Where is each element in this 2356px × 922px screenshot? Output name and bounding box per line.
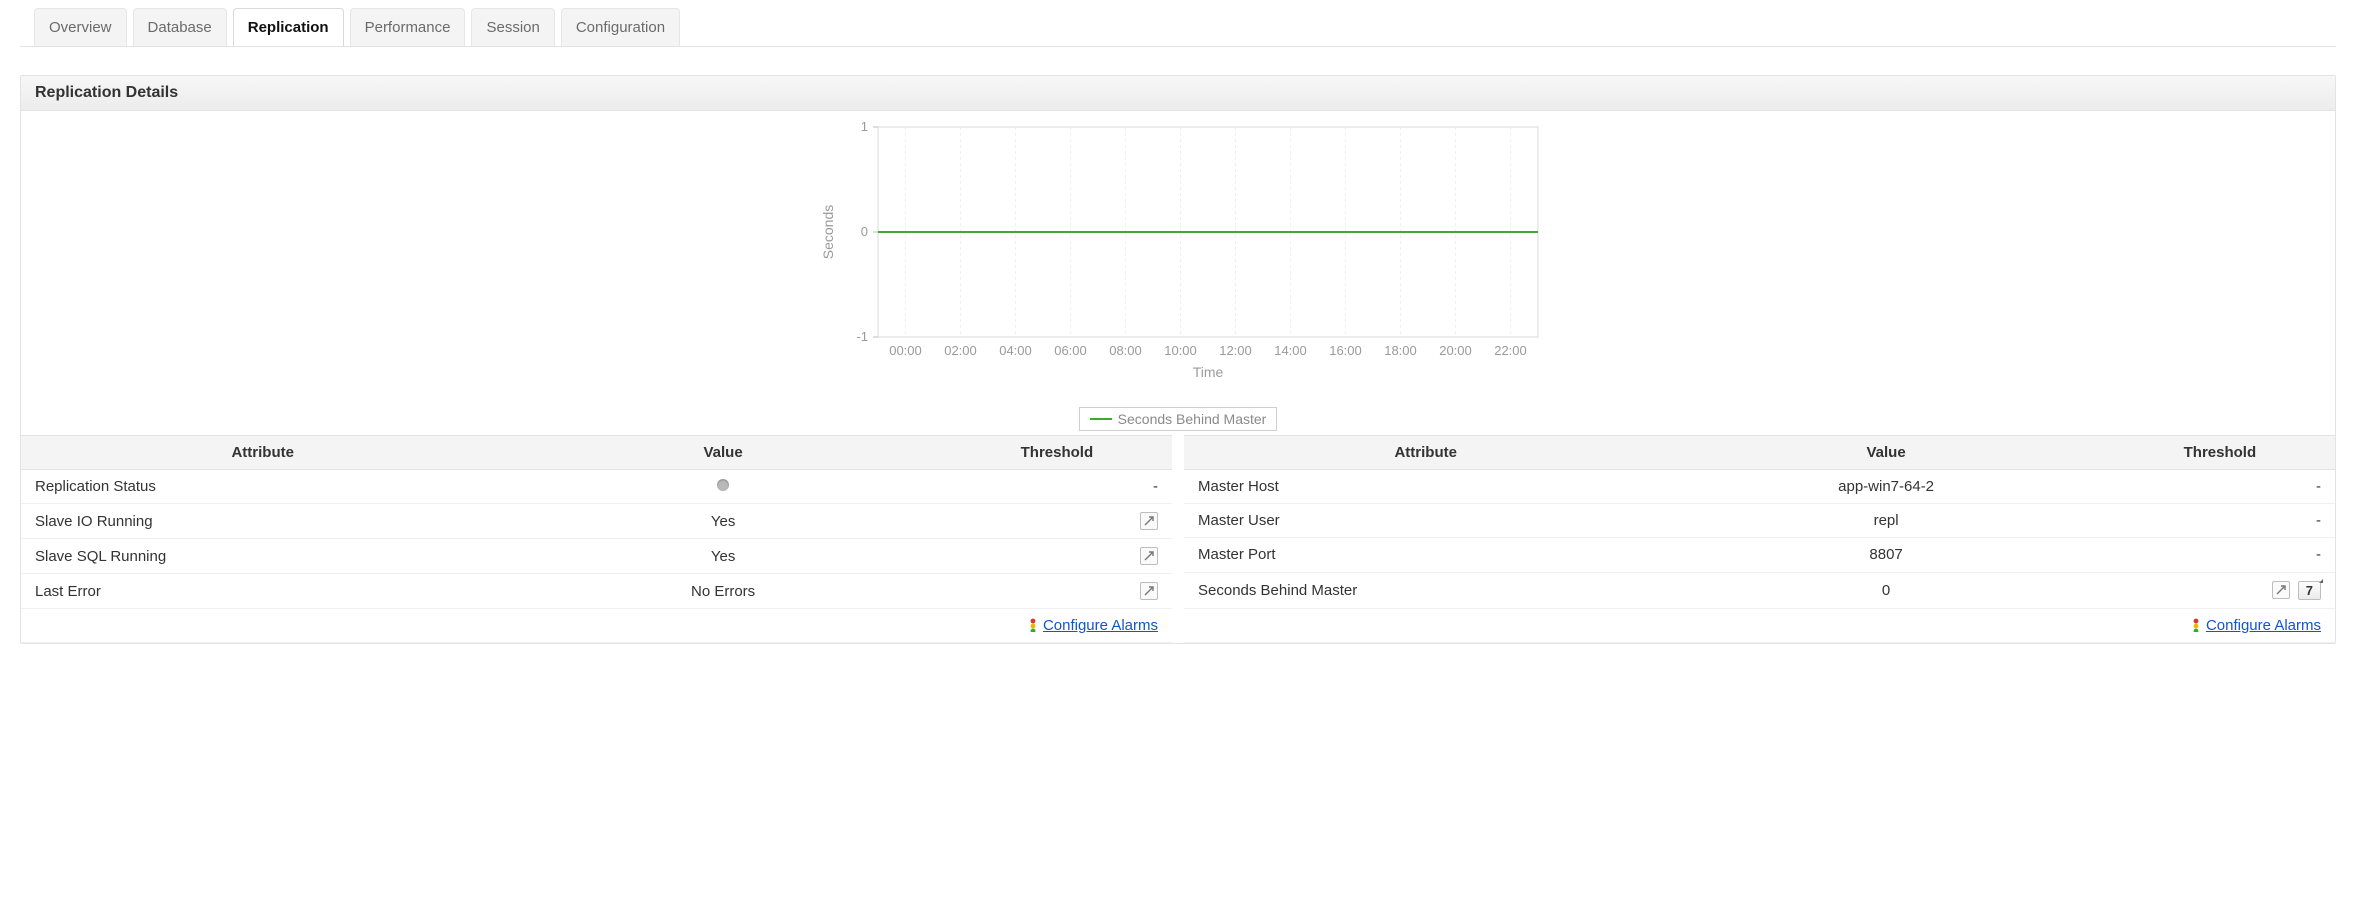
left-value-2: Yes [504, 539, 941, 574]
right-value-3: 0 [1667, 572, 2104, 608]
right-header-2: Threshold [2105, 436, 2335, 470]
popout-icon[interactable] [1140, 582, 1158, 600]
left-attr-3: Last Error [21, 574, 504, 609]
tabs-bar: OverviewDatabaseReplicationPerformanceSe… [20, 8, 2336, 47]
right-value-2: 8807 [1667, 538, 2104, 572]
svg-text:00:00: 00:00 [889, 343, 922, 358]
table-row: Last ErrorNo Errors [21, 574, 1172, 609]
left-attr-2: Slave SQL Running [21, 539, 504, 574]
svg-text:10:00: 10:00 [1164, 343, 1197, 358]
configure-alarms-link[interactable]: Configure Alarms [2206, 617, 2321, 634]
left-table: AttributeValueThresholdReplication Statu… [21, 435, 1172, 643]
right-thr-3: 7 [2105, 572, 2335, 608]
alarm-icon [2190, 618, 2202, 632]
right-value-0: app-win7-64-2 [1667, 470, 2104, 504]
left-header-0: Attribute [21, 436, 504, 470]
panel-title: Replication Details [21, 76, 2335, 111]
right-thr-0: - [2105, 470, 2335, 504]
svg-text:Time: Time [1193, 364, 1224, 380]
table-row: Slave SQL RunningYes [21, 539, 1172, 574]
tables-row: AttributeValueThresholdReplication Statu… [21, 435, 2335, 643]
tab-database[interactable]: Database [133, 8, 227, 46]
alarm-icon [1027, 618, 1039, 632]
right-attr-2: Master Port [1184, 538, 1667, 572]
svg-text:Seconds: Seconds [820, 205, 836, 259]
table-row: Master Hostapp-win7-64-2- [1184, 470, 2335, 504]
tab-session[interactable]: Session [471, 8, 554, 46]
right-header-1: Value [1667, 436, 2104, 470]
left-thr-2 [942, 539, 1172, 574]
svg-text:14:00: 14:00 [1274, 343, 1307, 358]
svg-text:16:00: 16:00 [1329, 343, 1362, 358]
popout-icon[interactable] [2272, 581, 2290, 599]
svg-text:18:00: 18:00 [1384, 343, 1417, 358]
table-row: Slave IO RunningYes [21, 504, 1172, 539]
right-header-0: Attribute [1184, 436, 1667, 470]
right-attr-1: Master User [1184, 504, 1667, 538]
left-thr-3 [942, 574, 1172, 609]
legend-series-label: Seconds Behind Master [1118, 411, 1267, 427]
right-attr-3: Seconds Behind Master [1184, 572, 1667, 608]
right-thr-1: - [2105, 504, 2335, 538]
left-attr-0: Replication Status [21, 470, 504, 504]
table-row: Master Userrepl- [1184, 504, 2335, 538]
legend-line-icon [1090, 418, 1112, 420]
popout-icon[interactable] [1140, 547, 1158, 565]
status-dot-icon [717, 479, 729, 491]
popout-icon[interactable] [1140, 512, 1158, 530]
left-value-1: Yes [504, 504, 941, 539]
configure-row: Configure Alarms [21, 609, 1172, 643]
replication-panel: Replication Details 00:00 02:00 04:00 06:00… [20, 75, 2336, 644]
svg-text:02:00: 02:00 [944, 343, 977, 358]
svg-text:08:00: 08:00 [1109, 343, 1142, 358]
tab-configuration[interactable]: Configuration [561, 8, 680, 46]
svg-text:-1: -1 [856, 329, 868, 344]
left-thr-1 [942, 504, 1172, 539]
tab-performance[interactable]: Performance [350, 8, 466, 46]
left-attr-1: Slave IO Running [21, 504, 504, 539]
left-header-2: Threshold [942, 436, 1172, 470]
table-row: Seconds Behind Master0 7 [1184, 572, 2335, 608]
svg-text:1: 1 [861, 119, 868, 134]
table-row: Replication Status - [21, 470, 1172, 504]
left-header-1: Value [504, 436, 941, 470]
table-row: Master Port8807- [1184, 538, 2335, 572]
left-thr-0: - [942, 470, 1172, 504]
svg-text:20:00: 20:00 [1439, 343, 1472, 358]
right-thr-2: - [2105, 538, 2335, 572]
svg-text:04:00: 04:00 [999, 343, 1032, 358]
svg-text:22:00: 22:00 [1494, 343, 1527, 358]
right-attr-0: Master Host [1184, 470, 1667, 504]
svg-text:06:00: 06:00 [1054, 343, 1087, 358]
chart-area: 00:00 02:00 04:00 06:00 08:00 10:00 12:00 14:00… [21, 111, 2335, 405]
right-value-1: repl [1667, 504, 2104, 538]
seconds-behind-chart: 00:00 02:00 04:00 06:00 08:00 10:00 12:00 14:00… [808, 117, 1548, 397]
chart-legend: Seconds Behind Master [1079, 407, 1278, 431]
configure-row: Configure Alarms [1184, 608, 2335, 642]
tab-replication[interactable]: Replication [233, 8, 344, 46]
left-value-3: No Errors [504, 574, 941, 609]
svg-text:0: 0 [861, 224, 868, 239]
svg-text:12:00: 12:00 [1219, 343, 1252, 358]
left-value-0 [504, 470, 941, 504]
right-table: AttributeValueThresholdMaster Hostapp-wi… [1184, 435, 2335, 643]
tab-overview[interactable]: Overview [34, 8, 127, 46]
threshold-badge[interactable]: 7 [2298, 581, 2321, 600]
configure-alarms-link[interactable]: Configure Alarms [1043, 617, 1158, 634]
